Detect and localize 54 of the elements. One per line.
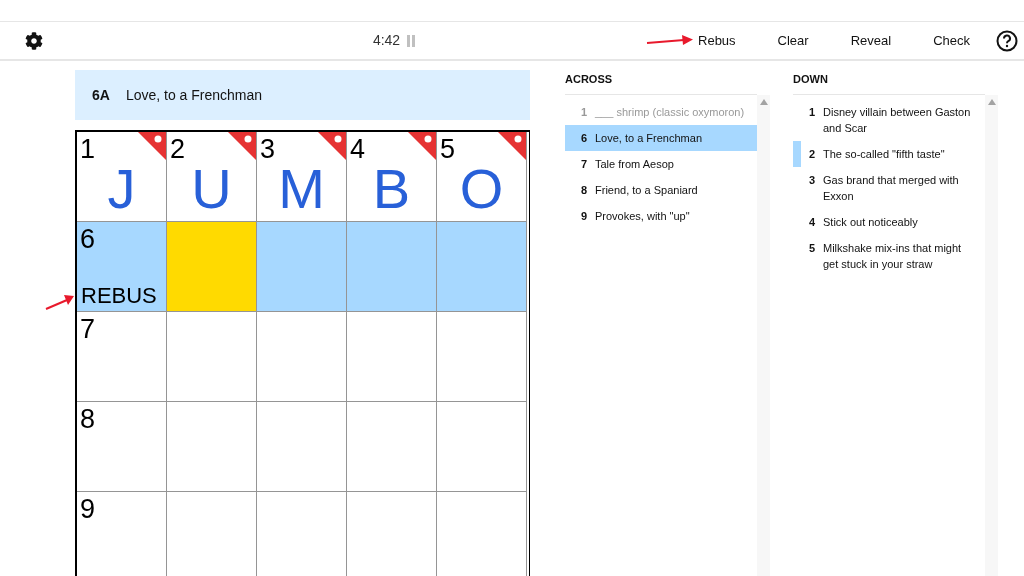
- cell-number: 4: [350, 136, 366, 163]
- grid-cell[interactable]: [167, 222, 257, 312]
- cell-number: 7: [80, 316, 96, 343]
- grid-cell[interactable]: [437, 222, 527, 312]
- cell-rebus-text: REBUS: [81, 285, 157, 307]
- grid-cell[interactable]: [167, 402, 257, 492]
- grid-cell[interactable]: [347, 222, 437, 312]
- grid-cell[interactable]: 8: [77, 402, 167, 492]
- grid-cell[interactable]: [167, 312, 257, 402]
- cell-number: 5: [440, 136, 456, 163]
- cell-letter: O: [458, 161, 505, 217]
- clue-list-title: DOWN: [793, 71, 985, 95]
- cell-number: 2: [170, 136, 186, 163]
- clue-item[interactable]: 6 Love, to a Frenchman: [565, 124, 757, 151]
- cell-letter: B: [371, 161, 412, 217]
- pause-icon[interactable]: [406, 34, 417, 47]
- grid-cell[interactable]: 2 U: [167, 132, 257, 222]
- arrow-annotation-icon: [646, 33, 694, 48]
- grid-cell[interactable]: 5 O: [437, 132, 527, 222]
- grid-cell[interactable]: [257, 402, 347, 492]
- arrow-annotation-icon: [45, 294, 75, 310]
- cell-number: 6: [80, 226, 96, 253]
- grid-cell[interactable]: [257, 222, 347, 312]
- cell-letter: J: [106, 161, 137, 217]
- scrollbar-track[interactable]: [757, 94, 770, 576]
- grid-cell[interactable]: 3 M: [257, 132, 347, 222]
- scroll-up-icon[interactable]: [987, 98, 996, 105]
- clue-bar-number: 6A: [92, 85, 110, 105]
- toolbar-action[interactable]: Rebus: [696, 30, 738, 51]
- grid-cell[interactable]: [257, 312, 347, 402]
- scrollbar-track[interactable]: [985, 94, 998, 576]
- timer: 4:42: [372, 31, 401, 50]
- toolbar-action[interactable]: Clear: [775, 30, 811, 51]
- grid-cell[interactable]: 6 REBUS: [77, 222, 167, 312]
- clue-bar-text: Love, to a Frenchman: [125, 85, 263, 105]
- grid-cell[interactable]: 1 J: [77, 132, 167, 222]
- cell-number: 3: [260, 136, 276, 163]
- grid-cell[interactable]: [437, 312, 527, 402]
- scroll-up-icon[interactable]: [759, 98, 768, 105]
- cell-number: 1: [80, 136, 96, 163]
- clue-list-title: ACROSS: [565, 71, 757, 95]
- cell-number: 9: [80, 496, 96, 523]
- cell-letter: M: [277, 161, 326, 217]
- toolbar-action[interactable]: Check: [931, 30, 972, 51]
- cell-number: 8: [80, 406, 96, 433]
- cell-letter: U: [190, 161, 233, 217]
- grid-cell[interactable]: [347, 312, 437, 402]
- grid-cell[interactable]: 7: [77, 312, 167, 402]
- toolbar-action[interactable]: Reveal: [848, 30, 894, 51]
- help-icon[interactable]: [996, 29, 1018, 52]
- grid-cell[interactable]: [347, 402, 437, 492]
- grid-cell[interactable]: 4 B: [347, 132, 437, 222]
- grid-cell[interactable]: [437, 402, 527, 492]
- settings-icon[interactable]: [25, 31, 43, 50]
